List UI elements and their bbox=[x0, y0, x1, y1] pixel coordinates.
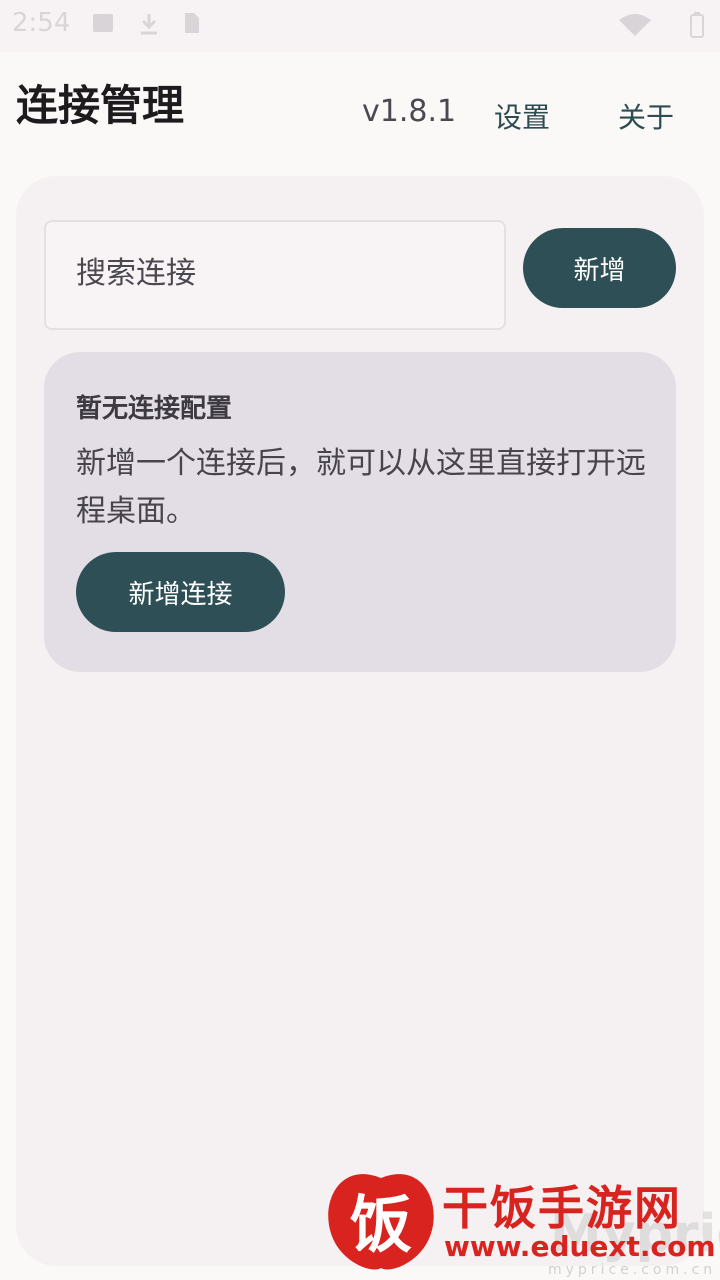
watermark-faint-url: myprice.com.cn bbox=[548, 1262, 717, 1278]
watermark-logo: 饭 bbox=[322, 1168, 440, 1276]
status-bar: 2:54 bbox=[0, 0, 720, 52]
settings-button[interactable]: 设置 bbox=[494, 96, 550, 136]
watermark: 饭 Myprice 干饭手游网 www.eduext.com myprice.c… bbox=[322, 1164, 720, 1280]
add-button[interactable]: 新增 bbox=[523, 228, 676, 308]
app-header: 连接管理 v1.8.1 设置 关于 bbox=[0, 52, 720, 162]
download-icon bbox=[138, 12, 160, 36]
page-title: 连接管理 bbox=[16, 81, 185, 130]
empty-state-description: 新增一个连接后，就可以从这里直接打开远程桌面。 bbox=[76, 446, 646, 529]
empty-state-title: 暂无连接配置 bbox=[76, 394, 233, 424]
svg-text:饭: 饭 bbox=[350, 1188, 412, 1261]
image-icon bbox=[92, 12, 114, 36]
content-panel: 新增 暂无连接配置 新增一个连接后，就可以从这里直接打开远程桌面。 新增连接 bbox=[16, 176, 704, 1266]
wifi-icon bbox=[618, 12, 654, 36]
version-label: v1.8.1 bbox=[362, 94, 457, 129]
about-button[interactable]: 关于 bbox=[618, 96, 674, 136]
status-time: 2:54 bbox=[12, 8, 71, 38]
battery-icon bbox=[690, 12, 704, 38]
search-input[interactable] bbox=[76, 256, 476, 291]
watermark-url: www.eduext.com bbox=[444, 1230, 716, 1263]
watermark-name: 干饭手游网 bbox=[442, 1181, 682, 1235]
add-connection-button[interactable]: 新增连接 bbox=[76, 552, 285, 632]
empty-state-card: 暂无连接配置 新增一个连接后，就可以从这里直接打开远程桌面。 新增连接 bbox=[44, 352, 676, 672]
sim-icon bbox=[182, 12, 204, 36]
search-box[interactable] bbox=[44, 220, 506, 330]
